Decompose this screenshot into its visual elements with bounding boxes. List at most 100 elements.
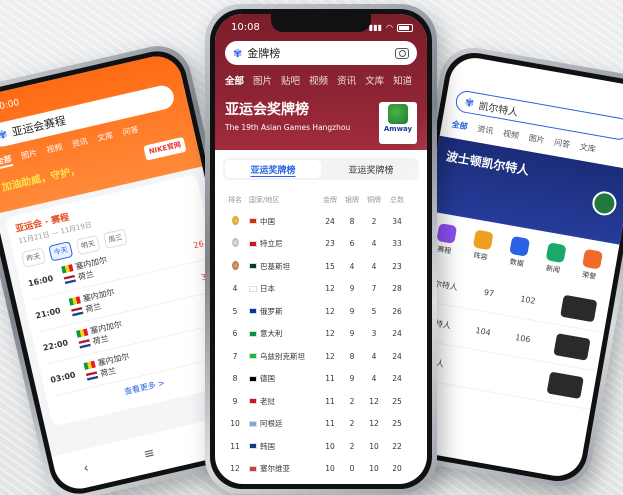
sponsor-logo: Amway — [379, 102, 417, 144]
tab-1[interactable]: 图片 — [253, 73, 272, 87]
silver-count: 9 — [349, 284, 355, 294]
tab-3[interactable]: 资讯 — [71, 136, 90, 152]
rank-cell: 7 — [232, 351, 238, 361]
gold-count: 10 — [325, 441, 335, 451]
tab-4[interactable]: 问答 — [553, 137, 571, 151]
table-row[interactable]: 巴基斯坦 15 4 4 23 — [215, 255, 427, 278]
tab-6[interactable]: 知道 — [393, 73, 412, 87]
nike-badge: NIKE官网 — [143, 136, 187, 161]
rank-cell — [221, 215, 249, 227]
column-header: 排名 — [228, 196, 242, 204]
tab-5[interactable]: 文库 — [579, 141, 597, 155]
silver-count: 9 — [349, 374, 355, 384]
rank-cell: 11 — [230, 441, 240, 451]
tab-0[interactable]: 全部 — [225, 73, 244, 87]
table-row[interactable]: 4 日本 12 9 7 28 — [215, 278, 427, 301]
total-count: 24 — [392, 329, 402, 339]
country-cell: 德国 — [249, 373, 319, 384]
table-row[interactable]: 9 老挝 11 2 12 25 — [215, 390, 427, 413]
bronze-count: 12 — [369, 419, 379, 429]
quick-link[interactable]: 数据 — [507, 235, 531, 270]
netherlands-flag-icon — [78, 339, 91, 349]
country-cell: 俄罗斯 — [249, 306, 319, 317]
quick-link[interactable]: 新闻 — [543, 242, 567, 276]
gold-count: 11 — [325, 396, 335, 406]
table-row[interactable]: 8 德国 11 9 4 24 — [215, 368, 427, 391]
gold-count: 10 — [325, 464, 335, 474]
country-flag-icon — [249, 308, 257, 315]
silver-count: 6 — [349, 239, 355, 249]
table-row[interactable]: 特立尼 23 6 4 33 — [215, 233, 427, 256]
country-name: 德国 — [260, 374, 275, 384]
country-flag-icon — [249, 398, 257, 405]
total-count: 22 — [392, 441, 402, 451]
country-cell: 阿根廷 — [249, 418, 319, 429]
tab-1[interactable]: 图片 — [20, 147, 39, 163]
tab-0[interactable]: 全部 — [0, 153, 14, 170]
quick-link-icon — [581, 248, 603, 270]
video-thumbnail[interactable] — [560, 294, 598, 323]
menu-icon[interactable]: ≡ — [142, 445, 156, 462]
tab-1[interactable]: 资讯 — [476, 123, 494, 137]
country-cell: 特立尼 — [249, 238, 319, 249]
silver-count: 8 — [349, 351, 355, 361]
total-count: 28 — [392, 284, 402, 294]
senegal-flag-icon — [68, 296, 81, 306]
gold-count: 12 — [325, 351, 335, 361]
table-row[interactable]: 中国 24 8 2 34 — [215, 210, 427, 233]
quick-link-label: 赛程 — [436, 245, 452, 256]
video-thumbnail[interactable] — [546, 371, 584, 400]
quick-link-icon — [472, 229, 494, 251]
camera-icon[interactable] — [395, 47, 409, 59]
back-icon[interactable]: ‹ — [82, 460, 90, 476]
tab-5[interactable]: 文库 — [365, 73, 384, 87]
gold-count: 24 — [325, 216, 335, 226]
gold-count: 11 — [325, 419, 335, 429]
total-count: 25 — [392, 396, 402, 406]
tab-2[interactable]: 视频 — [45, 141, 64, 157]
silver-medal-icon — [231, 238, 239, 248]
quick-link[interactable]: 赛程 — [434, 223, 458, 257]
table-row[interactable]: 6 意大利 12 9 3 24 — [215, 323, 427, 346]
gold-count: 15 — [325, 261, 335, 271]
tab-5[interactable]: 问答 — [121, 124, 140, 140]
total-count: 25 — [392, 419, 402, 429]
senegal-flag-icon — [76, 328, 89, 338]
tab-3[interactable]: 图片 — [528, 132, 546, 146]
tab-2[interactable]: 贴吧 — [281, 73, 300, 87]
silver-count: 4 — [349, 261, 355, 271]
table-row[interactable]: 5 俄罗斯 12 9 5 26 — [215, 300, 427, 323]
netherlands-flag-icon — [85, 371, 99, 381]
match-teams: 塞内加尔 荷兰 — [76, 319, 126, 351]
gold-count: 11 — [325, 374, 335, 384]
country-name: 中国 — [260, 216, 275, 226]
bronze-count: 7 — [371, 284, 377, 294]
segment-tab[interactable]: 亚运奖牌榜 — [323, 158, 419, 180]
search-bar[interactable]: ✾ 金牌榜 — [225, 41, 417, 65]
table-row[interactable]: 7 乌兹别克斯坦 12 8 4 24 — [215, 345, 427, 368]
segment-tab-active[interactable]: 亚运奖牌榜 — [225, 160, 321, 178]
rank-cell: 9 — [232, 396, 238, 406]
table-row[interactable]: 11 韩国 10 2 10 22 — [215, 435, 427, 458]
country-name: 塞尔维亚 — [260, 464, 290, 474]
table-row[interactable]: 12 塞尔维亚 10 0 10 20 — [215, 458, 427, 481]
silver-count: 2 — [349, 441, 355, 451]
gold-count: 12 — [325, 329, 335, 339]
tab-0[interactable]: 全部 — [451, 119, 469, 133]
column-header: 总数 — [390, 196, 404, 204]
quick-link[interactable]: 荣誉 — [579, 248, 603, 283]
tab-4[interactable]: 文库 — [96, 130, 115, 146]
tab-4[interactable]: 资讯 — [337, 73, 356, 87]
match-time: 16:00 — [27, 273, 54, 288]
video-thumbnail[interactable] — [553, 333, 591, 361]
gold-medal-icon — [231, 215, 239, 225]
center-phone-screen: 10:08 ▮▮▮ ◠ ✾ 金牌榜 全部 图片 贴吧 视频 资讯 文库 知道 亚… — [215, 14, 427, 484]
quick-link[interactable]: 阵容 — [471, 229, 494, 264]
country-flag-icon — [249, 375, 257, 382]
away-team-name: 荷兰 — [91, 333, 110, 347]
tab-3[interactable]: 视频 — [309, 73, 328, 87]
country-name: 巴基斯坦 — [260, 261, 290, 271]
country-cell: 乌兹别克斯坦 — [249, 351, 319, 362]
tab-2[interactable]: 视频 — [502, 128, 520, 142]
table-row[interactable]: 10 阿根廷 11 2 12 25 — [215, 413, 427, 436]
